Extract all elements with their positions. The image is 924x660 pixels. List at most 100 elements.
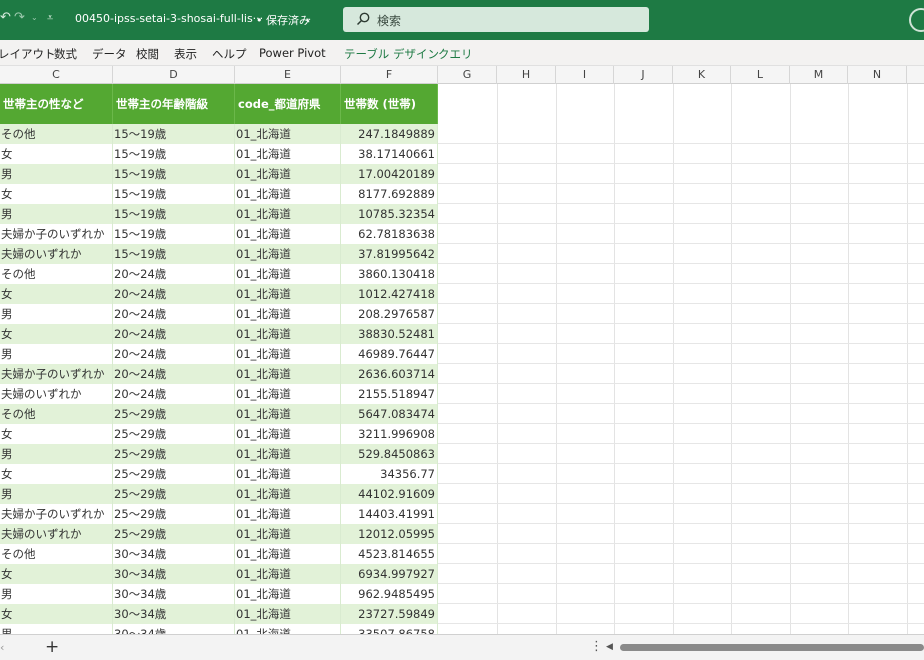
cell-householder-type[interactable]: 女 bbox=[0, 144, 113, 164]
sheet-nav-left-icon[interactable]: ‹ bbox=[0, 641, 4, 654]
redo-dropdown-icon[interactable]: ⌄ bbox=[31, 13, 38, 22]
tab-view[interactable]: 表示 bbox=[174, 46, 197, 62]
cell-household-count[interactable]: 962.9485495 bbox=[341, 584, 438, 604]
table-row[interactable]: 女 30～34歳 01_北海道 6934.997927 bbox=[0, 564, 438, 584]
column-header-f[interactable]: F bbox=[341, 66, 438, 84]
cell-household-count[interactable]: 17.00420189 bbox=[341, 164, 438, 184]
table-row[interactable]: その他 20～24歳 01_北海道 3860.130418 bbox=[0, 264, 438, 284]
cell-prefecture-code[interactable]: 01_北海道 bbox=[235, 524, 341, 544]
table-row[interactable]: 女 25～29歳 01_北海道 3211.996908 bbox=[0, 424, 438, 444]
cell-age-group[interactable]: 20～24歳 bbox=[113, 304, 235, 324]
quick-access-customize-icon[interactable]: ⩡ bbox=[47, 11, 53, 25]
cell-householder-type[interactable]: 夫婦か子のいずれか bbox=[0, 364, 113, 384]
cell-householder-type[interactable]: 女 bbox=[0, 464, 113, 484]
column-header-c[interactable]: C bbox=[0, 66, 113, 84]
horizontal-scrollbar[interactable] bbox=[620, 644, 924, 651]
cell-householder-type[interactable]: 男 bbox=[0, 344, 113, 364]
cell-prefecture-code[interactable]: 01_北海道 bbox=[235, 284, 341, 304]
cell-age-group[interactable]: 25～29歳 bbox=[113, 504, 235, 524]
cell-household-count[interactable]: 33507.86758 bbox=[341, 624, 438, 634]
table-header-household-count[interactable]: 世帯数 (世帯) bbox=[341, 84, 438, 124]
cell-household-count[interactable]: 6934.997927 bbox=[341, 564, 438, 584]
cell-age-group[interactable]: 25～29歳 bbox=[113, 404, 235, 424]
cell-prefecture-code[interactable]: 01_北海道 bbox=[235, 564, 341, 584]
cell-age-group[interactable]: 20～24歳 bbox=[113, 264, 235, 284]
cell-householder-type[interactable]: 女 bbox=[0, 284, 113, 304]
undo-icon[interactable]: ↶ bbox=[0, 10, 11, 25]
cell-household-count[interactable]: 2155.518947 bbox=[341, 384, 438, 404]
table-row[interactable]: 男 20～24歳 01_北海道 46989.76447 bbox=[0, 344, 438, 364]
cell-prefecture-code[interactable]: 01_北海道 bbox=[235, 444, 341, 464]
cell-prefecture-code[interactable]: 01_北海道 bbox=[235, 144, 341, 164]
table-row[interactable]: その他 15～19歳 01_北海道 247.1849889 bbox=[0, 124, 438, 144]
cell-age-group[interactable]: 15～19歳 bbox=[113, 144, 235, 164]
cell-householder-type[interactable]: 男 bbox=[0, 484, 113, 504]
table-row[interactable]: 女 30～34歳 01_北海道 23727.59849 bbox=[0, 604, 438, 624]
tab-review[interactable]: 校閲 bbox=[136, 46, 159, 62]
cell-prefecture-code[interactable]: 01_北海道 bbox=[235, 344, 341, 364]
cell-age-group[interactable]: 20～24歳 bbox=[113, 364, 235, 384]
table-row[interactable]: 夫婦か子のいずれか 25～29歳 01_北海道 14403.41991 bbox=[0, 504, 438, 524]
cell-household-count[interactable]: 5647.083474 bbox=[341, 404, 438, 424]
cell-age-group[interactable]: 30～34歳 bbox=[113, 604, 235, 624]
table-row[interactable]: その他 30～34歳 01_北海道 4523.814655 bbox=[0, 544, 438, 564]
cell-prefecture-code[interactable]: 01_北海道 bbox=[235, 404, 341, 424]
cell-household-count[interactable]: 529.8450863 bbox=[341, 444, 438, 464]
cell-householder-type[interactable]: 夫婦のいずれか bbox=[0, 384, 113, 404]
cell-prefecture-code[interactable]: 01_北海道 bbox=[235, 504, 341, 524]
more-options-icon[interactable]: ⋮ bbox=[590, 639, 603, 654]
cell-householder-type[interactable]: その他 bbox=[0, 124, 113, 144]
cell-household-count[interactable]: 46989.76447 bbox=[341, 344, 438, 364]
cell-householder-type[interactable]: 夫婦か子のいずれか bbox=[0, 504, 113, 524]
cell-age-group[interactable]: 15～19歳 bbox=[113, 204, 235, 224]
table-header-householder-type[interactable]: 世帯主の性など bbox=[0, 84, 113, 124]
column-header-i[interactable]: I bbox=[556, 66, 614, 84]
table-row[interactable]: 男 15～19歳 01_北海道 17.00420189 bbox=[0, 164, 438, 184]
cell-householder-type[interactable]: 女 bbox=[0, 604, 113, 624]
cell-householder-type[interactable]: 男 bbox=[0, 624, 113, 634]
cell-prefecture-code[interactable]: 01_北海道 bbox=[235, 464, 341, 484]
cell-householder-type[interactable]: その他 bbox=[0, 544, 113, 564]
redo-icon[interactable]: ↷ bbox=[14, 10, 25, 25]
cell-prefecture-code[interactable]: 01_北海道 bbox=[235, 324, 341, 344]
spreadsheet-grid[interactable]: 世帯主の性など 世帯主の年齢階級 code_都道府県 世帯数 (世帯) その他 1… bbox=[0, 84, 924, 634]
table-row[interactable]: 男 25～29歳 01_北海道 529.8450863 bbox=[0, 444, 438, 464]
table-row[interactable]: 女 15～19歳 01_北海道 8177.692889 bbox=[0, 184, 438, 204]
cell-household-count[interactable]: 4523.814655 bbox=[341, 544, 438, 564]
cell-prefecture-code[interactable]: 01_北海道 bbox=[235, 384, 341, 404]
cell-household-count[interactable]: 3860.130418 bbox=[341, 264, 438, 284]
tab-formulas[interactable]: 数式 bbox=[54, 46, 77, 62]
table-row[interactable]: 男 20～24歳 01_北海道 208.2976587 bbox=[0, 304, 438, 324]
cell-prefecture-code[interactable]: 01_北海道 bbox=[235, 624, 341, 634]
cell-prefecture-code[interactable]: 01_北海道 bbox=[235, 264, 341, 284]
cell-prefecture-code[interactable]: 01_北海道 bbox=[235, 484, 341, 504]
tab-table-design[interactable]: テーブル デザイン bbox=[344, 46, 439, 62]
cell-household-count[interactable]: 62.78183638 bbox=[341, 224, 438, 244]
cell-age-group[interactable]: 25～29歳 bbox=[113, 464, 235, 484]
cell-household-count[interactable]: 44102.91609 bbox=[341, 484, 438, 504]
table-row[interactable]: 男 30～34歳 01_北海道 33507.86758 bbox=[0, 624, 438, 634]
cell-prefecture-code[interactable]: 01_北海道 bbox=[235, 604, 341, 624]
cell-age-group[interactable]: 20～24歳 bbox=[113, 384, 235, 404]
table-header-age-group[interactable]: 世帯主の年齢階級 bbox=[113, 84, 235, 124]
cell-household-count[interactable]: 247.1849889 bbox=[341, 124, 438, 144]
cell-householder-type[interactable]: 夫婦のいずれか bbox=[0, 244, 113, 264]
cell-age-group[interactable]: 15～19歳 bbox=[113, 184, 235, 204]
table-row[interactable]: 夫婦のいずれか 25～29歳 01_北海道 12012.05995 bbox=[0, 524, 438, 544]
cell-age-group[interactable]: 25～29歳 bbox=[113, 524, 235, 544]
table-row[interactable]: 女 20～24歳 01_北海道 38830.52481 bbox=[0, 324, 438, 344]
tab-power-pivot[interactable]: Power Pivot bbox=[259, 46, 326, 60]
scroll-left-icon[interactable]: ◀ bbox=[606, 642, 613, 652]
column-header-n[interactable]: N bbox=[848, 66, 907, 84]
cell-age-group[interactable]: 15～19歳 bbox=[113, 244, 235, 264]
cell-householder-type[interactable]: 女 bbox=[0, 424, 113, 444]
cell-prefecture-code[interactable]: 01_北海道 bbox=[235, 184, 341, 204]
table-row[interactable]: 夫婦か子のいずれか 20～24歳 01_北海道 2636.603714 bbox=[0, 364, 438, 384]
cell-householder-type[interactable]: 男 bbox=[0, 164, 113, 184]
cell-householder-type[interactable]: 女 bbox=[0, 184, 113, 204]
table-row[interactable]: 夫婦か子のいずれか 15～19歳 01_北海道 62.78183638 bbox=[0, 224, 438, 244]
cell-householder-type[interactable]: 夫婦のいずれか bbox=[0, 524, 113, 544]
cell-prefecture-code[interactable]: 01_北海道 bbox=[235, 164, 341, 184]
table-row[interactable]: 夫婦のいずれか 15～19歳 01_北海道 37.81995642 bbox=[0, 244, 438, 264]
column-header-l[interactable]: L bbox=[731, 66, 790, 84]
